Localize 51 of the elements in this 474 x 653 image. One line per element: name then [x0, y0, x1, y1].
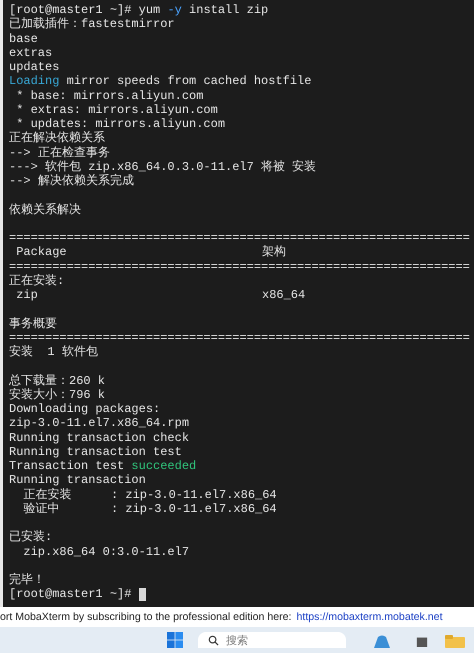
terminal-text: [root@master1 ~]# yum	[9, 3, 162, 17]
terminal-text: mirror speeds from cached hostfile	[66, 74, 312, 88]
terminal-text: 完毕！	[9, 573, 45, 588]
start-icon[interactable]	[166, 632, 184, 648]
terminal-text: 正在解决依赖关系	[9, 131, 105, 146]
terminal-text: --> 正在检查事务	[9, 146, 110, 160]
terminal-text: 验证中	[22, 502, 60, 516]
terminal-text: 安装大小：796 k	[9, 388, 106, 402]
terminal-text: base	[9, 32, 38, 46]
website-link[interactable]: https://mobaxterm.mobatek.net	[296, 611, 443, 623]
search-icon	[208, 635, 219, 646]
terminal-text: Transaction test	[9, 459, 126, 474]
terminal-text: [root@master1 ~]#	[9, 587, 132, 602]
search-field[interactable]: 搜索	[198, 632, 346, 648]
terminal-text: 已安装:	[9, 530, 52, 544]
terminal-text: 正在安装	[22, 488, 72, 502]
terminal-text: zip-3.0-11.el7.x86_64.rpm	[9, 416, 190, 430]
terminal-text: --> 解决依赖关系完成	[9, 174, 134, 188]
terminal-text: zip	[15, 288, 39, 302]
terminal-text: 安装 1 软件包	[9, 345, 98, 360]
terminal-text: * updates: mirrors.aliyun.com	[15, 117, 226, 131]
terminal-text: ================================================================	[9, 330, 470, 345]
terminal-text: : zip-3.0-11.el7.x86_64	[111, 502, 277, 516]
terminal-text: ================================================================	[9, 231, 470, 245]
terminal-text: install zip	[188, 3, 268, 18]
terminal-text: updates	[9, 60, 60, 74]
terminal-text: x86_64	[262, 288, 306, 302]
terminal-text: 架构	[262, 245, 286, 260]
terminal-text: extras	[9, 46, 52, 60]
terminal-text: Package	[15, 245, 68, 260]
terminal-text: Running transaction	[9, 473, 146, 488]
terminal-text: ---> 软件包 zip.x86_64.0.3.0-11.el7 将被 安装	[9, 160, 316, 174]
terminal-text: Running transaction test	[9, 444, 182, 459]
terminal-text: * extras: mirrors.aliyun.com	[15, 102, 218, 117]
terminal-text: 事务概要	[9, 316, 57, 331]
terminal-text: zip.x86_64 0:3.0-11.el7	[22, 544, 190, 559]
terminal-text: 总下载量：260 k	[9, 374, 106, 388]
terminal-text: 已加载插件：fastestmirror	[9, 17, 175, 32]
app-icon[interactable]	[372, 634, 392, 648]
terminal-text: ================================================================	[9, 260, 470, 274]
status-message: ort MobaXterm by subscribing to the professional edition here:	[0, 611, 292, 623]
terminal-text: Loading	[9, 74, 60, 88]
terminal-text: 正在安装:	[9, 274, 64, 288]
terminal-text: -y	[167, 3, 182, 18]
terminal-text: * base: mirrors.aliyun.com	[15, 88, 204, 103]
text-cursor	[138, 588, 146, 601]
terminal-text: Running transaction check	[9, 430, 190, 445]
terminal-text: : zip-3.0-11.el7.x86_64	[111, 488, 277, 502]
terminal-text: 依赖关系解决	[9, 202, 81, 217]
terminal-text: succeeded	[131, 459, 196, 474]
terminal-text: Downloading packages:	[9, 402, 160, 416]
